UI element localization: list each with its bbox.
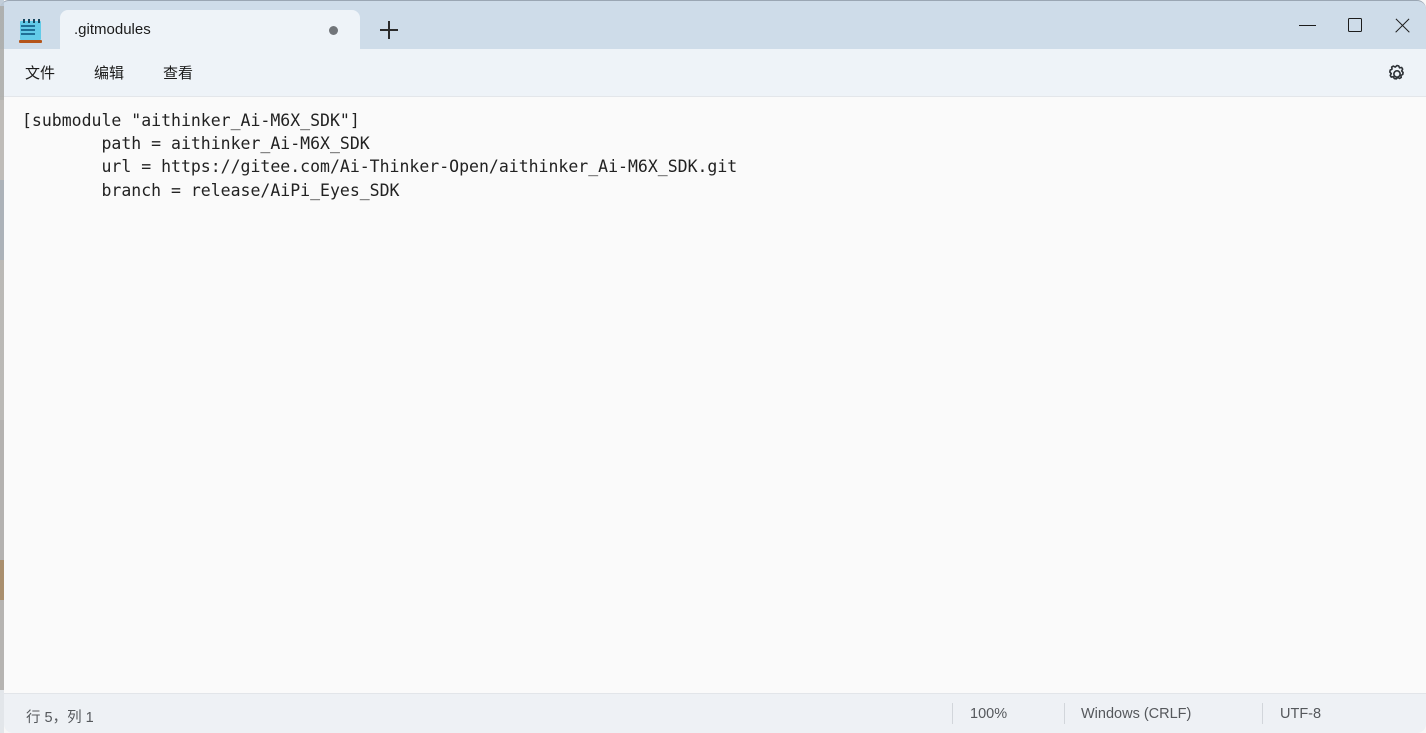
- notepad-window: .gitmodules 文件 编辑 查看 [submodule "aithink…: [0, 0, 1426, 733]
- status-separator: [1262, 703, 1263, 724]
- tab-gitmodules[interactable]: .gitmodules: [60, 10, 360, 50]
- status-separator: [952, 703, 953, 724]
- line-ending-status[interactable]: Windows (CRLF): [1081, 706, 1191, 722]
- menu-item-edit[interactable]: 编辑: [85, 59, 133, 87]
- title-bar: .gitmodules: [0, 0, 1426, 50]
- tab-unsaved-indicator[interactable]: [329, 26, 338, 35]
- zoom-level-status[interactable]: 100%: [970, 706, 1007, 722]
- menu-item-file[interactable]: 文件: [16, 59, 64, 87]
- gear-icon[interactable]: [1382, 61, 1412, 87]
- editor-content[interactable]: [submodule "aithinker_Ai-M6X_SDK"] path …: [22, 109, 737, 202]
- status-separator: [1064, 703, 1065, 724]
- notepad-icon: [17, 17, 44, 44]
- window-controls: [1285, 1, 1426, 50]
- maximize-button[interactable]: [1332, 1, 1379, 50]
- menu-item-view[interactable]: 查看: [154, 59, 202, 87]
- text-editor-area[interactable]: [submodule "aithinker_Ai-M6X_SDK"] path …: [4, 97, 1426, 693]
- new-tab-button[interactable]: [371, 15, 407, 45]
- minimize-button[interactable]: [1285, 1, 1332, 50]
- tab-label: .gitmodules: [74, 21, 151, 38]
- close-button[interactable]: [1379, 1, 1426, 50]
- cursor-position-status[interactable]: 行 5，列 1: [26, 706, 94, 727]
- encoding-status[interactable]: UTF-8: [1280, 706, 1321, 722]
- background-window-edge: [0, 0, 4, 733]
- status-bar: 行 5，列 1 100% Windows (CRLF) UTF-8: [4, 693, 1426, 733]
- menu-bar: 文件 编辑 查看: [0, 49, 1426, 97]
